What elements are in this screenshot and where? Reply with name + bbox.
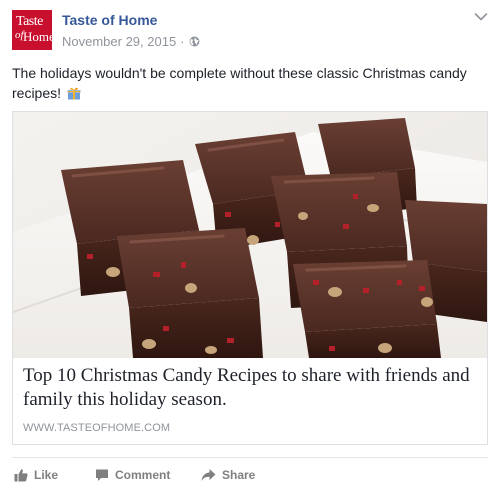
logo-line-1: Taste	[16, 14, 43, 29]
share-label: Share	[222, 468, 256, 482]
comment-button[interactable]: Comment	[95, 463, 170, 487]
comment-bubble-icon	[96, 469, 108, 481]
comment-label: Comment	[115, 468, 171, 482]
page-name-link[interactable]: Taste of Home	[62, 12, 157, 28]
link-preview-image[interactable]	[13, 112, 487, 358]
gift-icon	[67, 87, 81, 100]
page-logo[interactable]: Taste of Home	[12, 10, 52, 50]
share-button[interactable]: Share	[201, 463, 255, 487]
fudge-photo	[13, 112, 487, 358]
post-date[interactable]: November 29, 2015	[62, 34, 176, 49]
like-label: Like	[34, 468, 59, 482]
like-button[interactable]: Like	[14, 463, 58, 487]
link-preview-card[interactable]: Top 10 Christmas Candy Recipes to share …	[12, 111, 488, 445]
chevron-down-icon[interactable]	[474, 12, 488, 22]
feed-post: Taste of Home Taste of Home November 29,…	[0, 0, 500, 491]
post-actions-bar: Like Comment Share	[12, 463, 488, 487]
actions-divider	[12, 457, 488, 458]
logo-line-3: Home	[23, 29, 52, 44]
post-meta: November 29, 2015 ·	[62, 34, 200, 49]
globe-icon[interactable]	[189, 36, 200, 47]
link-preview-domain: WWW.TASTEOFHOME.COM	[23, 422, 171, 434]
link-preview-title[interactable]: Top 10 Christmas Candy Recipes to share …	[23, 364, 479, 412]
post-header: Taste of Home Taste of Home November 29,…	[12, 10, 488, 54]
thumbs-up-icon	[14, 469, 28, 482]
meta-separator: ·	[180, 34, 185, 49]
share-arrow-icon	[201, 469, 216, 481]
post-message: The holidays wouldn't be complete withou…	[12, 63, 488, 103]
